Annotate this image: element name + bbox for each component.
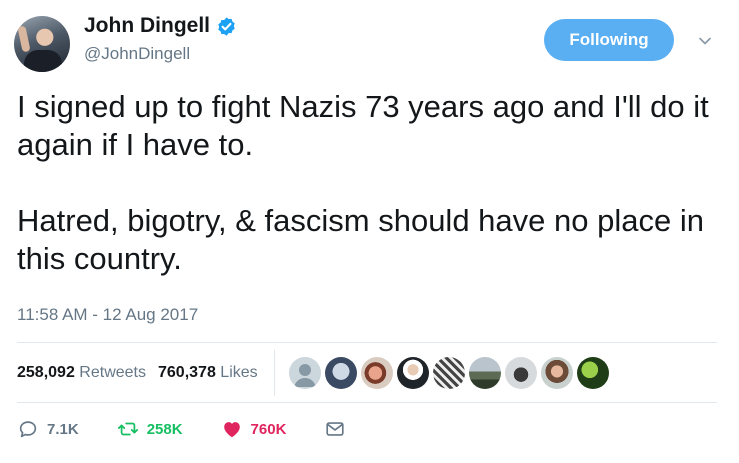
liker-avatar[interactable] <box>288 357 321 389</box>
like-count: 760K <box>250 420 287 438</box>
retweets-stat[interactable]: 258,092 Retweets <box>17 364 146 382</box>
tweet-header: John Dingell @JohnDingell Following <box>14 14 725 74</box>
author-info: John Dingell @JohnDingell <box>84 14 237 64</box>
stats-separator <box>273 350 275 396</box>
verified-badge-icon <box>218 16 235 36</box>
following-button[interactable]: Following <box>544 19 674 61</box>
likes-stat[interactable]: 760,378 Likes <box>158 364 258 382</box>
tweet-paragraph-1: I signed up to fight Nazis 73 years ago … <box>17 89 709 162</box>
liker-avatars <box>288 357 609 389</box>
liker-avatar[interactable] <box>540 357 573 389</box>
liker-avatar[interactable] <box>360 357 393 389</box>
liker-avatar[interactable] <box>576 357 609 389</box>
reply-count: 7.1K <box>47 420 79 438</box>
liker-avatar[interactable] <box>504 357 537 389</box>
tweet-text: I signed up to fight Nazis 73 years ago … <box>17 88 717 278</box>
liker-avatar[interactable] <box>396 357 429 389</box>
retweets-label: Retweets <box>79 364 146 381</box>
direct-message-icon <box>326 422 345 436</box>
retweets-count: 258,092 <box>17 364 75 381</box>
tweet-stats: 258,092 Retweets 760,378 Likes <box>17 350 609 396</box>
retweet-count: 258K <box>146 420 183 438</box>
divider <box>17 402 717 403</box>
display-name-row[interactable]: John Dingell <box>84 14 237 38</box>
divider <box>17 342 717 343</box>
display-name[interactable]: John Dingell <box>84 14 210 38</box>
like-button[interactable]: 760K <box>221 418 287 440</box>
avatar[interactable] <box>14 16 70 72</box>
liker-avatar[interactable] <box>432 357 465 389</box>
likes-label: Likes <box>220 364 258 381</box>
retweet-button[interactable]: 258K <box>117 418 183 440</box>
heart-icon <box>223 422 240 438</box>
reply-icon <box>19 421 37 438</box>
chevron-down-icon[interactable] <box>698 34 712 48</box>
direct-message-button[interactable] <box>324 418 346 440</box>
retweet-icon <box>117 422 138 436</box>
tweet-timestamp[interactable]: 11:58 AM - 12 Aug 2017 <box>17 305 198 325</box>
liker-avatar[interactable] <box>324 357 357 389</box>
tweet-actions: 7.1K 258K 760K <box>17 414 384 444</box>
likes-count: 760,378 <box>158 364 216 381</box>
reply-button[interactable]: 7.1K <box>17 418 79 440</box>
tweet-paragraph-2: Hatred, bigotry, & fascism should have n… <box>17 203 704 276</box>
user-handle[interactable]: @JohnDingell <box>84 44 237 64</box>
liker-avatar[interactable] <box>468 357 501 389</box>
